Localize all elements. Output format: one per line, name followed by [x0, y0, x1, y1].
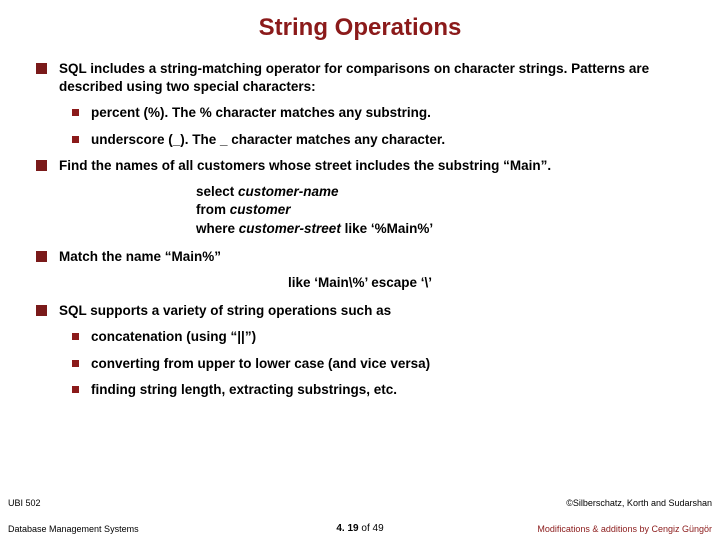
sub-bullet-text: concatenation (using “||”)	[91, 328, 684, 346]
square-bullet-icon	[36, 160, 47, 171]
keyword: where	[196, 221, 239, 236]
page-of: of	[359, 523, 373, 534]
sub-bullet-item: converting from upper to lower case (and…	[72, 355, 684, 373]
keyword: select	[196, 184, 238, 199]
small-square-bullet-icon	[72, 333, 79, 340]
small-square-bullet-icon	[72, 360, 79, 367]
page-number: 4. 19 of 49	[336, 523, 383, 534]
bullet-text: SQL includes a string-matching operator …	[59, 60, 684, 96]
bullet-item: Find the names of all customers whose st…	[36, 157, 684, 175]
bullet-text: SQL supports a variety of string operati…	[59, 302, 684, 320]
bullet-text: Match the name “Main%”	[59, 248, 684, 266]
slide-footer: UBI 502 Database Management Systems ©Sil…	[0, 492, 720, 540]
sub-bullet-item: concatenation (using “||”)	[72, 328, 684, 346]
code-line: where customer-street like ‘%Main%’	[196, 220, 684, 238]
square-bullet-icon	[36, 63, 47, 74]
identifier: customer-street	[239, 221, 345, 236]
escape-example: like ‘Main\%’ escape ‘\’	[36, 274, 684, 292]
code-line: from customer	[196, 201, 684, 219]
bullet-item: SQL includes a string-matching operator …	[36, 60, 684, 96]
copyright-text: ©Silberschatz, Korth and Sudarshan	[566, 498, 712, 508]
sub-bullet-text: converting from upper to lower case (and…	[91, 355, 684, 373]
square-bullet-icon	[36, 251, 47, 262]
sub-bullet-text: finding string length, extracting substr…	[91, 381, 684, 399]
code-line: select customer-name	[196, 183, 684, 201]
small-square-bullet-icon	[72, 136, 79, 143]
course-name: Database Management Systems	[8, 524, 139, 534]
sub-bullet-text: percent (%). The % character matches any…	[91, 104, 684, 122]
identifier: customer-name	[238, 184, 339, 199]
bullet-item: SQL supports a variety of string operati…	[36, 302, 684, 320]
sql-code-block: select customer-name from customer where…	[196, 183, 684, 238]
bullet-item: Match the name “Main%”	[36, 248, 684, 266]
small-square-bullet-icon	[72, 109, 79, 116]
identifier: customer	[230, 202, 291, 217]
course-code: UBI 502	[8, 498, 41, 508]
slide-content: SQL includes a string-matching operator …	[0, 60, 720, 399]
sub-bullet-item: finding string length, extracting substr…	[72, 381, 684, 399]
page-total: 49	[373, 523, 384, 534]
slide-title: String Operations	[0, 0, 720, 60]
bullet-text: Find the names of all customers whose st…	[59, 157, 684, 175]
square-bullet-icon	[36, 305, 47, 316]
modifications-text: Modifications & additions by Cengiz Güng…	[537, 524, 712, 534]
small-square-bullet-icon	[72, 386, 79, 393]
sub-bullet-text: underscore (_). The _ character matches …	[91, 131, 684, 149]
page-current: 4. 19	[336, 523, 358, 534]
sub-bullet-item: percent (%). The % character matches any…	[72, 104, 684, 122]
sub-bullet-item: underscore (_). The _ character matches …	[72, 131, 684, 149]
keyword: like	[345, 221, 371, 236]
string-literal: ‘%Main%’	[371, 221, 433, 236]
keyword: from	[196, 202, 230, 217]
